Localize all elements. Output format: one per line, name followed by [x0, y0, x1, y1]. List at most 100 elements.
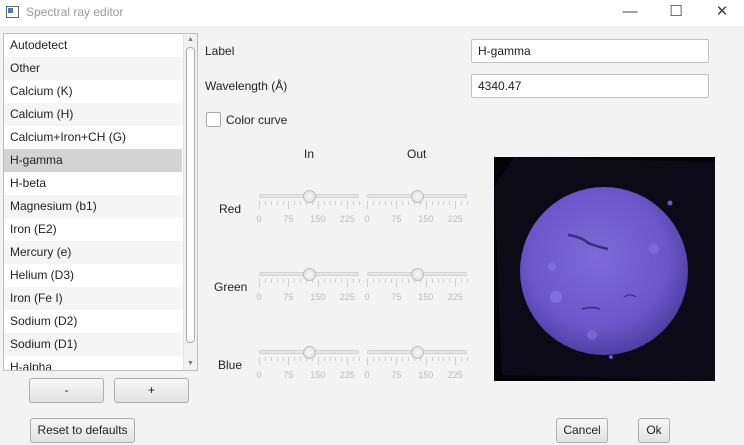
add-ray-button[interactable]: + — [114, 378, 189, 403]
slider-tick — [264, 201, 266, 205]
ray-list-scrollbar[interactable]: ▲ ▼ — [183, 34, 197, 370]
slider-tick — [378, 201, 380, 205]
slider-tick — [347, 201, 349, 209]
slider-tick — [372, 201, 374, 205]
slider-thumb[interactable] — [410, 268, 424, 281]
slider-tick — [294, 201, 296, 205]
slider-green-out[interactable]: 0 75 150 225 — [364, 268, 468, 308]
sun-preview-graphic — [494, 157, 715, 381]
slider-tick — [353, 357, 355, 361]
minimize-button[interactable]: — — [607, 0, 653, 26]
ray-list-item[interactable]: Calcium (H) — [4, 103, 182, 126]
slider-tick — [335, 357, 337, 361]
slider-tick — [384, 279, 386, 283]
wavelength-caption: Wavelength (Å) — [205, 79, 288, 93]
slider-tick — [437, 357, 439, 361]
sun-preview-image — [494, 157, 715, 381]
slider-tick — [408, 357, 410, 361]
slider-thumb[interactable] — [410, 346, 424, 359]
slider-tick — [443, 201, 445, 205]
slider-tick — [390, 201, 392, 205]
slider-tick — [367, 279, 368, 287]
slider-tick — [341, 357, 343, 361]
slider-tick — [425, 279, 427, 287]
slider-tick — [341, 279, 343, 283]
in-header: In — [304, 147, 315, 161]
slider-tick — [329, 279, 331, 283]
sun-disk — [520, 187, 688, 355]
color-curve-label[interactable]: Color curve — [226, 113, 287, 127]
label-input[interactable]: H-gamma — [471, 39, 709, 63]
slider-blue-in[interactable]: 0 75 150 225 — [256, 346, 360, 386]
scroll-down-arrow-icon[interactable]: ▼ — [184, 358, 197, 370]
ray-list-item[interactable]: H-alpha — [4, 356, 182, 370]
slider-tick — [461, 357, 463, 361]
ray-list-item[interactable]: Other — [4, 57, 182, 80]
maximize-button[interactable]: ☐ — [653, 0, 699, 26]
ok-button[interactable]: Ok — [638, 418, 670, 443]
cancel-button[interactable]: Cancel — [556, 418, 608, 443]
slider-tick — [431, 201, 433, 205]
close-button[interactable]: ✕ — [699, 0, 744, 26]
slider-tick — [425, 357, 427, 365]
ray-list-item[interactable]: Iron (E2) — [4, 218, 182, 241]
slider-tick-label: 150 — [310, 292, 326, 302]
slider-tick — [264, 279, 266, 283]
app-window-icon — [6, 6, 19, 18]
slider-tick — [276, 279, 278, 283]
ray-list-item[interactable]: Calcium (K) — [4, 80, 182, 103]
ray-list-item[interactable]: Iron (Fe I) — [4, 287, 182, 310]
slider-tick-label: 75 — [283, 370, 294, 380]
slider-tick — [300, 279, 302, 283]
channel-label-blue: Blue — [218, 358, 243, 372]
slider-thumb[interactable] — [302, 268, 316, 281]
slider-tick — [367, 201, 368, 209]
slider-tick-label: 150 — [310, 370, 326, 380]
slider-tick — [353, 279, 355, 283]
ray-list-item[interactable]: Calcium+Iron+CH (G) — [4, 126, 182, 149]
slider-tick-label: 225 — [339, 370, 355, 380]
slider-green-in[interactable]: 0 75 150 225 — [256, 268, 360, 308]
slider-tick — [282, 279, 284, 283]
slider-tick — [282, 201, 284, 205]
color-curve-checkbox[interactable] — [206, 112, 221, 127]
slider-tick — [431, 279, 433, 283]
slider-thumb[interactable] — [302, 190, 316, 203]
slider-tick — [449, 357, 451, 361]
ray-list-item[interactable]: Mercury (e) — [4, 241, 182, 264]
scrollbar-thumb[interactable] — [186, 47, 195, 343]
slider-tick — [431, 357, 433, 361]
ray-list-item[interactable]: Helium (D3) — [4, 264, 182, 287]
wavelength-input[interactable]: 4340.47 — [471, 74, 709, 98]
slider-tick — [300, 201, 302, 205]
ray-list[interactable]: Autodetect Other Calcium (K) Calcium (H) Cal… — [3, 33, 198, 371]
slider-tick-label: 0 — [364, 214, 370, 224]
slider-thumb[interactable] — [302, 346, 316, 359]
slider-tick — [467, 279, 468, 283]
slider-blue-out[interactable]: 0 75 150 225 — [364, 346, 468, 386]
slider-thumb[interactable] — [410, 190, 424, 203]
slider-red-out[interactable]: 0 75 150 225 — [364, 190, 468, 230]
ray-list-item[interactable]: Sodium (D1) — [4, 333, 182, 356]
slider-tick — [347, 357, 349, 365]
ray-list-item[interactable]: Sodium (D2) — [4, 310, 182, 333]
ray-list-item[interactable]: H-beta — [4, 172, 182, 195]
slider-tick — [359, 357, 360, 361]
scroll-up-arrow-icon[interactable]: ▲ — [184, 34, 197, 46]
slider-tick-label: 150 — [418, 292, 434, 302]
remove-ray-button[interactable]: - — [29, 378, 104, 403]
slider-tick — [443, 279, 445, 283]
slider-tick — [402, 357, 404, 361]
slider-tick — [335, 201, 337, 205]
ray-list-item[interactable]: Autodetect — [4, 34, 182, 57]
ray-list-item[interactable]: Magnesium (b1) — [4, 195, 182, 218]
slider-red-in[interactable]: 0 75 150 225 — [256, 190, 360, 230]
slider-tick — [408, 201, 410, 205]
slider-tick — [367, 357, 368, 365]
slider-tick — [443, 357, 445, 361]
slider-tick — [317, 201, 319, 209]
reset-defaults-button[interactable]: Reset to defaults — [30, 418, 135, 443]
slider-tick-label: 0 — [364, 370, 370, 380]
slider-tick-label: 75 — [391, 370, 402, 380]
ray-list-item[interactable]: H-gamma — [4, 149, 182, 172]
